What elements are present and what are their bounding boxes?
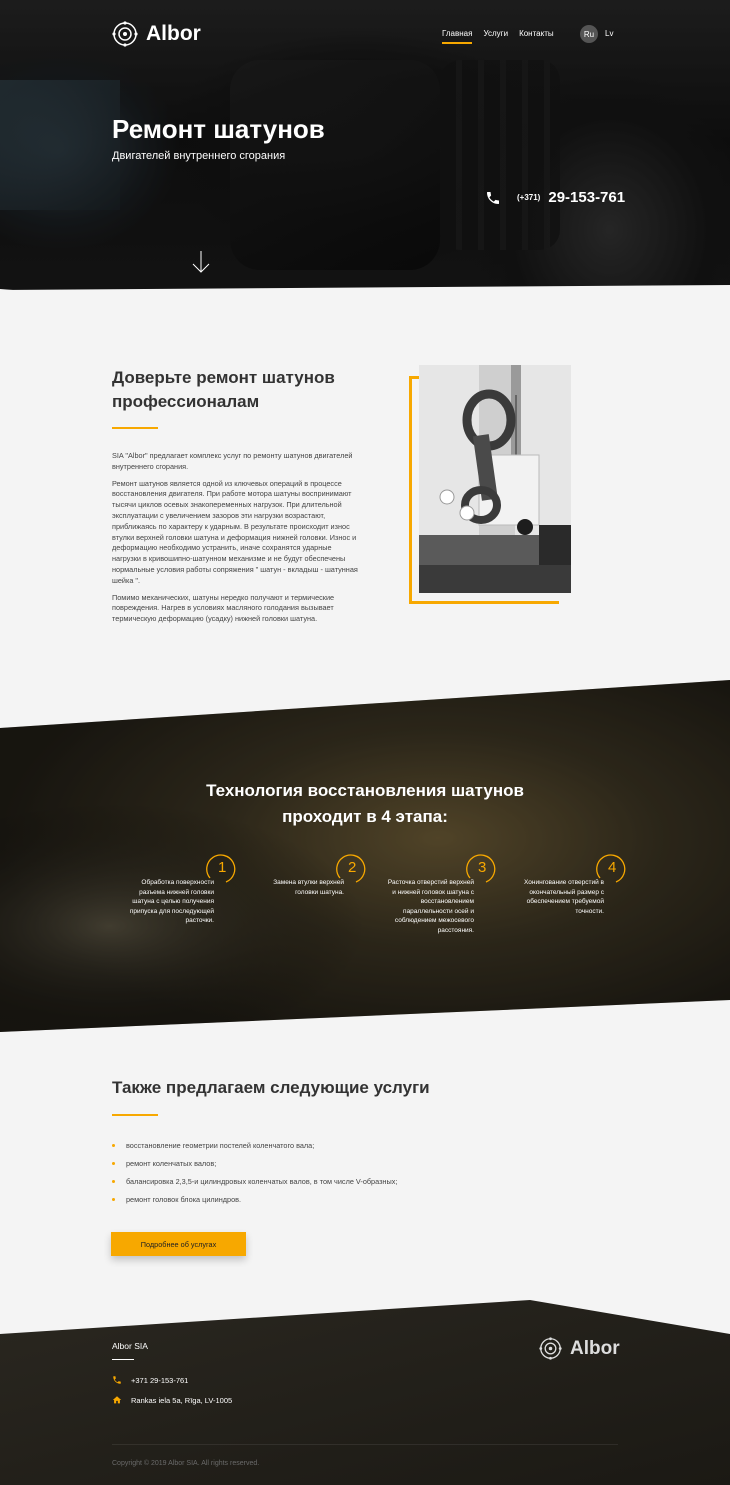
logo-text: Albor [570, 1337, 620, 1359]
about-paragraph: Помимо механических, шатуны нередко полу… [112, 592, 335, 624]
services-title-underline [112, 1114, 158, 1116]
arrow-down-icon[interactable] [191, 250, 211, 274]
main-nav: Главная Услуги Контакты [442, 29, 554, 44]
conrod-photo [419, 365, 571, 593]
lang-ru-button[interactable]: Ru [580, 25, 598, 43]
services-title: Также предлагаем следующие услуги [112, 1078, 430, 1097]
list-item: восстановление геометрии постелей коленч… [112, 1136, 397, 1154]
phone-code: (+371) [517, 193, 541, 202]
step-number: 3 [478, 859, 487, 876]
footer-company: Albor SIA [112, 1341, 148, 1351]
step-number: 2 [348, 859, 357, 876]
footer-divider [112, 1444, 618, 1445]
logo-text: Albor [146, 22, 201, 45]
footer-address: Rankas iela 5a, Rīga, LV-1005 [112, 1395, 232, 1405]
phone-icon [113, 1376, 121, 1384]
footer-phone[interactable]: +371 29-153-761 [112, 1375, 188, 1385]
about-title: Доверьте ремонт шатунов профессионалам [112, 368, 335, 411]
list-item: балансировка 2,3,5-и цилиндровых коленча… [112, 1172, 397, 1190]
home-icon [112, 1396, 122, 1404]
copyright: Copyright © 2019 Albor SIA. All rights r… [112, 1460, 260, 1467]
list-item: ремонт коленчатых валов; [112, 1154, 397, 1172]
step-number: 4 [608, 859, 617, 876]
gear-logo-icon [112, 21, 138, 47]
lang-lv-button[interactable]: Lv [605, 29, 613, 38]
nav-item-contacts[interactable]: Контакты [519, 29, 554, 38]
footer-bg [0, 1300, 730, 1485]
nav-item-home[interactable]: Главная [442, 29, 473, 44]
list-item: ремонт головок блока цилиндров. [112, 1190, 397, 1208]
about-text: SIA "Albor" предлагает комплекс услуг по… [112, 451, 362, 631]
about-title-underline [112, 427, 158, 429]
footer-logo[interactable]: Albor [539, 1337, 620, 1360]
hero-subtitle: Двигателей внутреннего сгорания [112, 150, 286, 162]
step-text: Замена втулки верхней головки шатуна. [273, 879, 344, 896]
step-text: Хонингование отверстий в окончательный р… [524, 879, 604, 915]
gear-logo-icon [539, 1337, 562, 1360]
hero-title: Ремонт шатунов [112, 114, 325, 144]
phone-icon [487, 191, 499, 204]
nav-item-services[interactable]: Услуги [483, 29, 508, 38]
about-paragraph: SIA "Albor" предлагает комплекс услуг по… [112, 451, 353, 471]
step-text: Расточка отверстий верхней и нижней голо… [387, 879, 474, 934]
steps-title: Технология восстановления шатунов проход… [206, 781, 524, 826]
services-list: восстановление геометрии постелей коленч… [112, 1136, 397, 1208]
footer-address-text: Rankas iela 5a, Rīga, LV-1005 [131, 1395, 233, 1405]
conrod-machine-image [419, 365, 571, 593]
step-number: 1 [218, 859, 227, 876]
hero-section [0, 0, 730, 310]
phone-number: 29-153-761 [548, 189, 626, 206]
footer-divider-short [112, 1359, 134, 1360]
more-services-button[interactable]: Подробнее об услугах [111, 1232, 246, 1256]
hero-overlay [0, 0, 730, 310]
step-text: Обработка поверхности разъема нижней гол… [129, 879, 214, 925]
hero-phone[interactable]: (+371) 29-153-761 [485, 189, 625, 206]
about-paragraph: Ремонт шатунов является одной из ключевы… [112, 478, 358, 585]
footer-phone-text: +371 29-153-761 [131, 1375, 189, 1385]
header-logo[interactable]: Albor [112, 21, 201, 47]
